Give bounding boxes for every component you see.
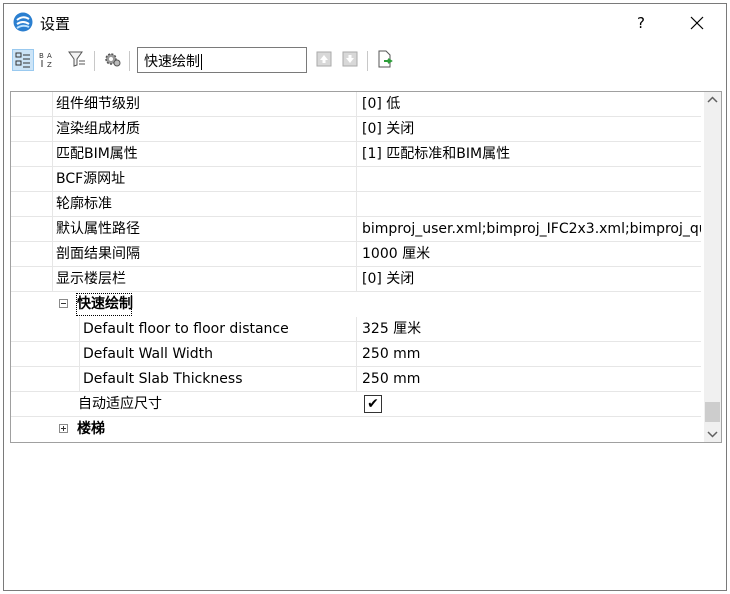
svg-text:Z: Z — [47, 61, 52, 69]
toolbar-separator — [367, 51, 368, 71]
property-value[interactable]: [0] 低 — [356, 92, 701, 117]
scroll-down-button[interactable] — [704, 425, 721, 442]
property-name: 组件细节级别 — [52, 92, 356, 117]
close-button[interactable] — [684, 10, 710, 36]
app-logo-icon — [13, 12, 33, 32]
arrow-down-icon — [342, 51, 358, 67]
property-value[interactable]: [0] 关闭 — [356, 117, 701, 142]
window-title: 设置 — [40, 15, 71, 33]
expand-toggle-icon[interactable] — [59, 424, 68, 433]
svg-text:B: B — [39, 52, 44, 60]
property-row[interactable]: 剖面结果间隔 1000 厘米 — [11, 242, 701, 267]
category-stairs[interactable]: 楼梯 — [11, 417, 701, 442]
property-row[interactable]: Default Slab Thickness 250 mm — [11, 367, 701, 392]
filter-button[interactable] — [67, 49, 89, 71]
export-button[interactable] — [375, 49, 397, 71]
arrow-up-icon — [316, 51, 332, 67]
search-input[interactable]: 快速绘制 — [137, 47, 307, 73]
property-name: 默认属性路径 — [52, 217, 356, 242]
close-icon — [690, 16, 704, 30]
property-value[interactable]: 1000 厘米 — [356, 242, 701, 267]
alphabetical-sort-icon: B A Z — [39, 52, 52, 69]
move-down-button[interactable] — [340, 49, 362, 71]
chevron-down-icon — [707, 431, 718, 438]
property-name: 显示楼层栏 — [52, 267, 356, 292]
scroll-up-button[interactable] — [704, 92, 721, 109]
property-value[interactable] — [356, 192, 701, 217]
collapse-toggle-icon[interactable] — [59, 299, 68, 308]
property-row[interactable]: BCF源网址 — [11, 167, 701, 192]
category-label: 楼梯 — [77, 421, 105, 437]
auto-fit-checkbox[interactable]: ✔ — [364, 395, 382, 413]
property-name: Default Slab Thickness — [79, 367, 356, 392]
property-row[interactable]: 默认属性路径 bimproj_user.xml;bimproj_IFC2x3.x… — [11, 217, 701, 242]
property-row[interactable]: Default floor to floor distance 325 厘米 — [11, 317, 701, 342]
property-value[interactable]: 325 厘米 — [356, 317, 701, 342]
property-name: Default floor to floor distance — [79, 317, 356, 342]
gear-settings-icon — [105, 53, 121, 67]
property-row[interactable]: 匹配BIM属性 [1] 匹配标准和BIM属性 — [11, 142, 701, 167]
property-value[interactable]: bimproj_user.xml;bimproj_IFC2x3.xml;bimp… — [356, 217, 701, 242]
settings-dialog: 设置 ? B A Z 快速绘制 组件细节级别 [0] 低 渲染组成材质 [0] … — [3, 3, 727, 591]
property-row[interactable]: 组件细节级别 [0] 低 — [11, 92, 701, 117]
property-name: BCF源网址 — [52, 167, 356, 192]
property-row[interactable]: 显示楼层栏 [0] 关闭 — [11, 267, 701, 292]
svg-text:A: A — [47, 52, 52, 60]
toolbar-separator — [94, 51, 95, 71]
toolbar-separator — [129, 51, 130, 71]
property-row[interactable]: 渲染组成材质 [0] 关闭 — [11, 117, 701, 142]
property-name: 剖面结果间隔 — [52, 242, 356, 267]
property-name: 自动适应尺寸 — [78, 396, 162, 412]
property-value[interactable]: [0] 关闭 — [356, 267, 701, 292]
property-value[interactable]: 250 mm — [356, 367, 701, 392]
title-bar: 设置 ? — [4, 4, 726, 40]
categorized-view-icon — [15, 52, 30, 68]
property-row-auto-fit[interactable]: 自动适应尺寸 ✔ — [11, 392, 701, 417]
property-name: 匹配BIM属性 — [52, 142, 356, 167]
category-quick-draw[interactable]: 快速绘制 — [11, 292, 701, 317]
export-icon — [378, 50, 393, 68]
property-value[interactable]: 250 mm — [356, 342, 701, 367]
property-grid: 组件细节级别 [0] 低 渲染组成材质 [0] 关闭 匹配BIM属性 [1] 匹… — [10, 91, 722, 443]
property-name: 轮廓标准 — [52, 192, 356, 217]
property-value[interactable] — [356, 167, 701, 192]
property-row[interactable]: 轮廓标准 — [11, 192, 701, 217]
vertical-scrollbar[interactable] — [704, 92, 721, 442]
chevron-up-icon — [707, 96, 718, 103]
toolbar: B A Z 快速绘制 — [4, 46, 726, 76]
alphabetical-sort-button[interactable]: B A Z — [38, 49, 60, 71]
help-button[interactable]: ? — [628, 10, 654, 36]
property-name: 渲染组成材质 — [52, 117, 356, 142]
move-up-button[interactable] — [314, 49, 336, 71]
settings-button[interactable] — [102, 49, 124, 71]
category-label: 快速绘制 — [75, 292, 133, 317]
property-value[interactable]: [1] 匹配标准和BIM属性 — [356, 142, 701, 167]
property-name: Default Wall Width — [79, 342, 356, 367]
filter-icon — [68, 51, 85, 67]
categorized-view-button[interactable] — [12, 49, 34, 71]
property-row[interactable]: Default Wall Width 250 mm — [11, 342, 701, 367]
search-input-value: 快速绘制 — [144, 54, 200, 70]
scroll-thumb[interactable] — [705, 402, 720, 422]
